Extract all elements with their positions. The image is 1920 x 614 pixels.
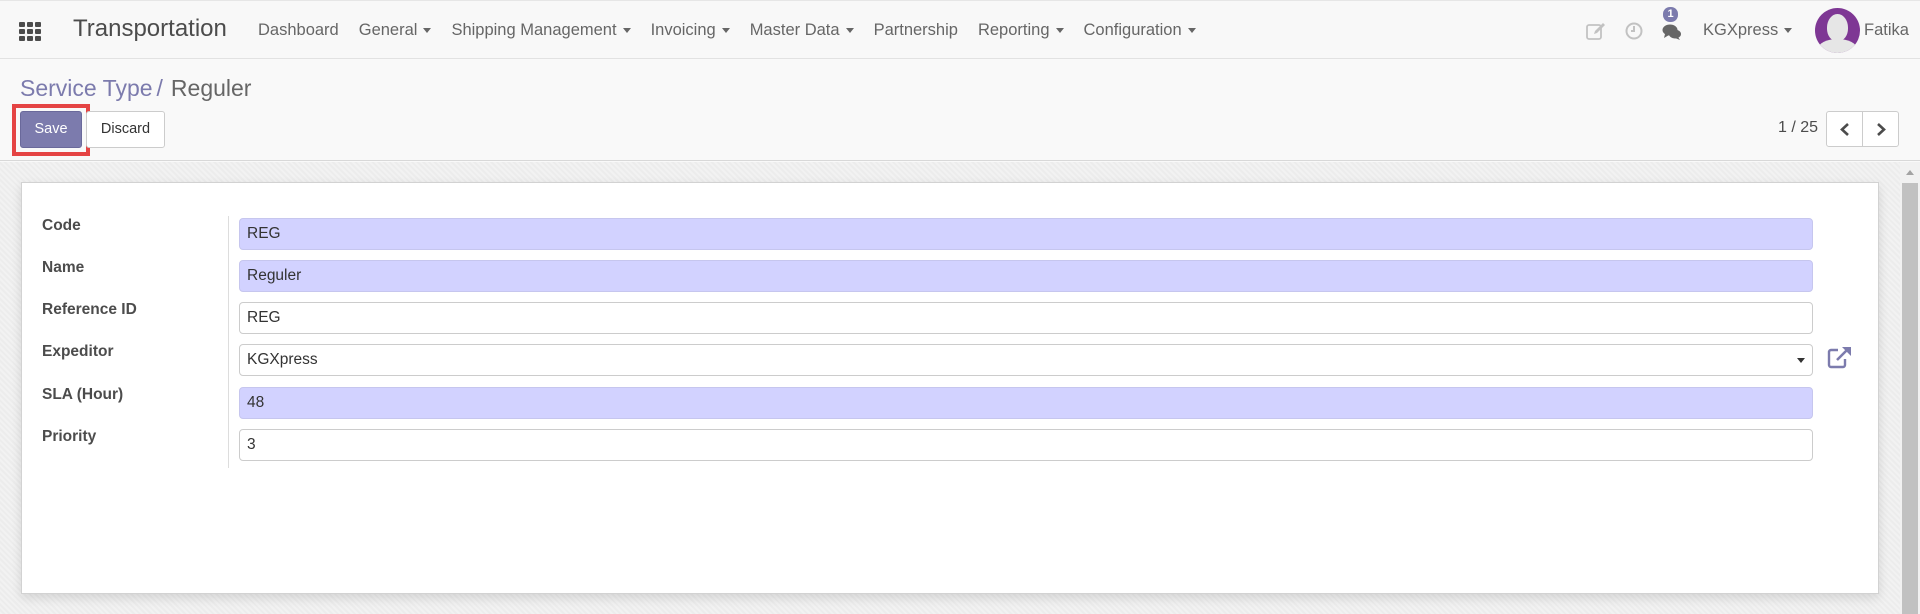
breadcrumb-separator: / [156,75,163,101]
breadcrumb: Service Type / Reguler [20,75,251,102]
menu-label: Partnership [873,21,958,39]
chevron-right-icon [1876,123,1886,136]
scroll-up-arrow-icon[interactable] [1906,170,1914,175]
field-label-name: Name [42,259,85,276]
menu-shipping-management[interactable]: Shipping Management [451,21,631,40]
sla-hour-input[interactable]: 48 [239,387,1813,419]
main-menu: Dashboard General Shipping Management In… [258,21,1216,40]
scrollbar-thumb[interactable] [1902,183,1918,614]
caret-down-icon [845,28,854,34]
chevron-left-icon [1839,123,1849,136]
name-input[interactable]: Reguler [239,260,1813,292]
menu-general[interactable]: General [359,21,432,40]
caret-down-icon [1784,28,1793,34]
company-name: KGXpress [1703,21,1779,39]
field-label-sla-hour: SLA (Hour) [42,386,124,403]
menu-configuration[interactable]: Configuration [1084,21,1196,40]
menu-label: Shipping Management [451,21,617,39]
field-label-expeditor: Expeditor [42,343,114,360]
menu-master-data[interactable]: Master Data [750,21,854,40]
message-count-badge: 1 [1663,7,1678,22]
user-avatar[interactable] [1815,8,1860,53]
caret-down-icon [1055,28,1064,34]
label-column-divider [228,216,229,468]
breadcrumb-current: Reguler [170,75,252,101]
pager-previous-button[interactable] [1826,111,1863,147]
clock-icon[interactable] [1625,22,1643,40]
caret-down-icon [721,28,730,34]
field-label-code: Code [42,217,81,234]
menu-dashboard[interactable]: Dashboard [258,21,339,40]
apps-grid-icon[interactable] [19,22,41,41]
comments-icon[interactable] [1662,23,1682,41]
reference-id-input[interactable]: REG [239,302,1813,334]
code-input[interactable]: REG [239,218,1813,250]
pencil-square-icon[interactable] [1586,22,1606,40]
menu-label: Invoicing [650,21,716,39]
caret-down-icon [1187,28,1196,34]
menu-label: General [358,21,418,39]
caret-down-icon[interactable] [1797,358,1805,363]
menu-partnership[interactable]: Partnership [874,21,958,40]
caret-down-icon [423,28,432,34]
company-switcher[interactable]: KGXpress [1703,21,1793,40]
priority-input[interactable]: 3 [239,429,1813,461]
field-label-priority: Priority [42,428,97,445]
menu-label: Reporting [977,21,1050,39]
pager-value[interactable]: 1 / 25 [1778,119,1818,137]
user-name[interactable]: Fatika [1864,21,1909,40]
menu-label: Configuration [1083,21,1182,39]
external-link-icon[interactable] [1827,345,1853,369]
app-title: Transportation [73,15,227,42]
menu-invoicing[interactable]: Invoicing [651,21,730,40]
menu-label: Dashboard [258,21,339,39]
pager-next-button[interactable] [1862,111,1899,147]
expeditor-value: KGXpress [247,351,318,368]
discard-button[interactable]: Discard [86,111,165,148]
top-navbar: Transportation Dashboard General Shippin… [0,0,1920,59]
breadcrumb-parent-link[interactable]: Service Type [20,75,153,101]
control-panel [0,59,1920,161]
menu-reporting[interactable]: Reporting [978,21,1064,40]
caret-down-icon [622,28,631,34]
expeditor-select[interactable]: KGXpress [239,344,1813,376]
field-label-reference-id: Reference ID [42,301,137,318]
menu-label: Master Data [749,21,840,39]
save-button[interactable]: Save [20,111,82,148]
